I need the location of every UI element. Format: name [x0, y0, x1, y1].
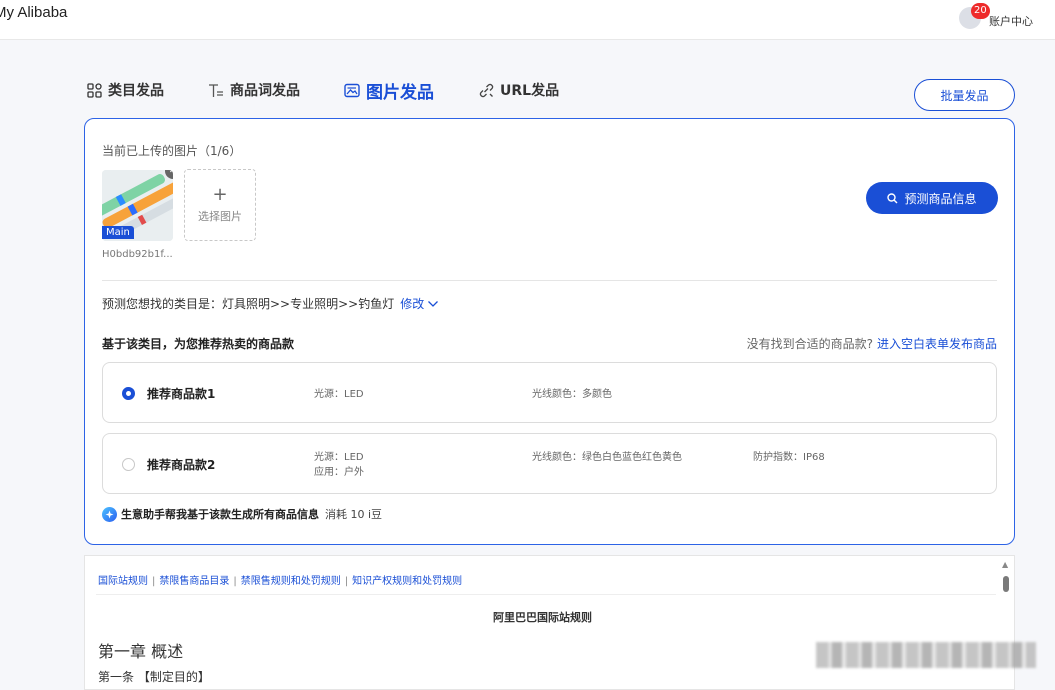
- add-image-label: 选择图片: [198, 210, 242, 223]
- rule-link-prohibited-rules[interactable]: 禁限售规则和处罚规则: [241, 576, 341, 587]
- search-icon: [887, 192, 898, 204]
- rules-links: 国际站规则 | 禁限售商品目录 | 禁限售规则和处罚规则 | 知识产权规则和处罚规则: [98, 572, 462, 587]
- edit-category-label: 修改: [400, 297, 425, 311]
- tab-label: URL发品: [500, 83, 560, 99]
- option-attr-light-source: 光源：LED: [314, 452, 364, 463]
- option-attr-light-color: 光线颜色：多颜色: [532, 389, 612, 400]
- radio-selected[interactable]: [122, 387, 135, 400]
- tab-label: 商品词发品: [230, 83, 300, 99]
- link-icon: [478, 82, 494, 98]
- tab-category-publish[interactable]: 类目发品: [86, 80, 164, 100]
- option-name: 推荐商品款1: [147, 387, 216, 401]
- text-icon: [208, 82, 224, 98]
- batch-publish-button[interactable]: 批量发品: [914, 79, 1015, 111]
- option-name: 推荐商品款2: [147, 458, 216, 472]
- image-publish-card: 当前已上传的图片（1/6） ✕ Main H0bdb92b1f... + 选择图…: [84, 118, 1015, 545]
- assistant-icon: [102, 506, 117, 522]
- separator: |: [233, 576, 237, 587]
- rules-chapter: 第一章 概述: [98, 642, 184, 661]
- avatar[interactable]: 20: [959, 3, 990, 29]
- radio-unselected[interactable]: [122, 458, 135, 471]
- tab-label: 图片发品: [366, 82, 434, 103]
- rules-panel: 国际站规则 | 禁限售商品目录 | 禁限售规则和处罚规则 | 知识产权规则和处罚规则 阿里巴…: [84, 555, 1015, 690]
- predicted-category: 预测您想找的类目是：灯具照明>>专业照明>>钓鱼灯 修改: [102, 295, 439, 312]
- rules-article: 第一条 【制定目的】: [98, 670, 210, 684]
- plus-icon: +: [212, 184, 228, 205]
- redacted-region: [816, 642, 1036, 668]
- separator: |: [344, 576, 349, 587]
- top-bar: My Alibaba 20 账户中心: [0, 0, 1055, 40]
- recommend-section-title: 基于该类目，为您推荐热卖的商品款: [102, 337, 295, 351]
- image-file-name: H0bdb92b1f...: [102, 249, 173, 260]
- add-image-button[interactable]: + 选择图片: [184, 169, 256, 241]
- option-attr-light-color: 光线颜色：绿色白色蓝色红色黄色: [532, 452, 682, 463]
- brand-title[interactable]: My Alibaba: [0, 4, 67, 21]
- tab-image-publish[interactable]: 图片发品: [344, 78, 434, 103]
- image-icon: [344, 82, 360, 98]
- grid-icon: [86, 82, 102, 98]
- option-attr-ip-rating: 防护指数：IP68: [753, 452, 825, 463]
- chevron-down-icon: [428, 300, 439, 307]
- blank-form-link[interactable]: 进入空白表单发布商品: [877, 337, 997, 351]
- notification-badge: 20: [971, 3, 990, 19]
- account-center-label[interactable]: 账户中心: [989, 13, 1033, 29]
- scrollbar-thumb[interactable]: [1003, 576, 1009, 592]
- predict-button-label: 预测商品信息: [904, 191, 977, 206]
- assistant-generate: 生意助手帮我基于该款生成所有商品信息 消耗 10 i豆: [102, 506, 382, 522]
- tab-keyword-publish[interactable]: 商品词发品: [208, 80, 300, 100]
- uploaded-images-title: 当前已上传的图片（1/6）: [102, 144, 242, 158]
- edit-category-link[interactable]: 修改: [400, 295, 439, 312]
- account-center[interactable]: 20 账户中心: [959, 3, 1033, 31]
- recommend-option-1[interactable]: 推荐商品款1 光源：LED 光线颜色：多颜色: [102, 362, 997, 423]
- assistant-cost: 消耗 10 i豆: [325, 508, 383, 521]
- rule-link-prohibited-catalog[interactable]: 禁限售商品目录: [159, 576, 229, 587]
- blank-form-hint: 没有找到合适的商品款? 进入空白表单发布商品: [747, 335, 997, 352]
- assistant-generate-link[interactable]: 生意助手帮我基于该款生成所有商品信息: [121, 506, 319, 522]
- divider: [96, 594, 996, 595]
- divider: [102, 280, 997, 281]
- predicted-category-text: 预测您想找的类目是：灯具照明>>专业照明>>钓鱼灯: [102, 297, 395, 311]
- recommend-option-2[interactable]: 推荐商品款2 光源：LED 应用：户外 光线颜色：绿色白色蓝色红色黄色 防护指数…: [102, 433, 997, 494]
- rule-link-international[interactable]: 国际站规则: [98, 576, 148, 587]
- not-found-text: 没有找到合适的商品款?: [746, 337, 873, 351]
- rules-heading: 阿里巴巴国际站规则: [493, 611, 592, 624]
- option-attr-light-source: 光源：LED: [314, 389, 364, 400]
- option-attr-application: 应用：户外: [314, 467, 364, 478]
- main-image-tag: Main: [102, 226, 134, 239]
- publish-tabs: 类目发品 商品词发品 图片发品 URL发品: [86, 78, 603, 103]
- predict-product-info-button[interactable]: 预测商品信息: [866, 182, 998, 214]
- separator: |: [152, 576, 156, 587]
- tab-url-publish[interactable]: URL发品: [478, 80, 559, 100]
- scroll-up-icon[interactable]: ▲: [1002, 560, 1008, 569]
- rule-link-ip-rules[interactable]: 知识产权规则和处罚规则: [352, 576, 462, 587]
- tab-label: 类目发品: [108, 83, 164, 99]
